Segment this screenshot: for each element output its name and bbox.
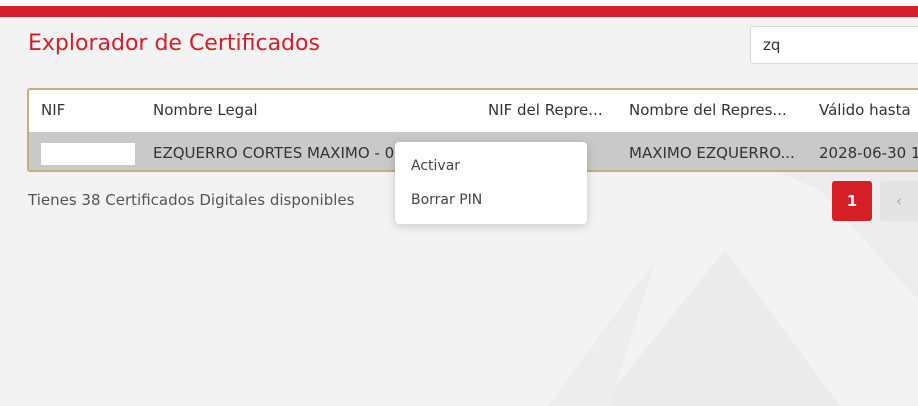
column-header-nif-representante[interactable]: NIF del Repre...	[488, 101, 603, 119]
column-header-nombre-legal[interactable]: Nombre Legal	[153, 101, 258, 119]
column-header-nif[interactable]: NIF	[41, 101, 65, 119]
table-header: NIF Nombre Legal NIF del Repre... Nombre…	[29, 90, 918, 132]
nombre-representante-cell: MAXIMO EZQUERRO...	[629, 144, 795, 162]
valido-hasta-cell: 2028-06-30 19	[819, 144, 918, 162]
page-title: Explorador de Certificados	[28, 31, 320, 56]
column-header-nombre-representante[interactable]: Nombre del Repres...	[629, 101, 787, 119]
nif-cell	[41, 143, 135, 165]
page-1-button[interactable]: 1	[832, 181, 872, 221]
menu-item-borrar-pin[interactable]: Borrar PIN	[411, 192, 482, 208]
certificates-count: Tienes 38 Certificados Digitales disponi…	[28, 191, 355, 209]
menu-item-activar[interactable]: Activar	[411, 158, 460, 174]
brand-stripe	[0, 6, 918, 17]
column-header-valido-hasta[interactable]: Válido hasta	[819, 101, 911, 119]
chevron-left-icon[interactable]: ‹	[880, 181, 918, 221]
search-input[interactable]	[750, 26, 918, 64]
context-menu: Activar Borrar PIN	[395, 142, 587, 224]
